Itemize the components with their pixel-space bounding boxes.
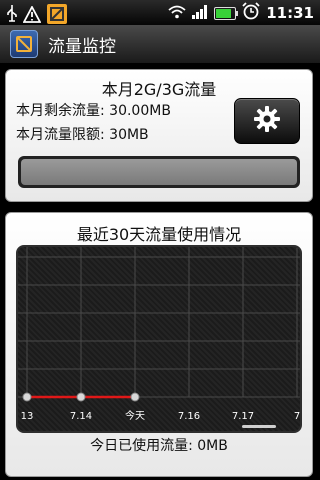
plan-panel: 本月2G/3G流量 本月剩余流量: 30.00MB 本月流量限额: 30MB: [5, 69, 313, 202]
data-point: [130, 392, 140, 402]
battery-icon: [214, 6, 239, 20]
warning-icon: [22, 4, 42, 27]
alarm-icon: [242, 2, 260, 24]
signal-icon: [192, 4, 208, 23]
gear-icon: [253, 105, 281, 137]
usb-icon: [6, 5, 18, 27]
usage-chart-svg: 13 7.14 今天 7.16 7.17 7: [18, 247, 300, 428]
usage-progress-bar: [18, 156, 300, 188]
data-point: [76, 392, 86, 402]
x-tick-label: 今天: [125, 409, 145, 422]
app-logo-icon: [10, 30, 38, 58]
data-point: [22, 392, 32, 402]
x-tick-label: 7: [294, 411, 300, 422]
x-tick-label: 7.17: [232, 411, 254, 422]
battery-level-fill: [216, 8, 231, 18]
history-panel: 最近30天流量使用情况 13 7.14 今天 7.16 7.17 7 今日已使用流量: 0…: [5, 212, 313, 477]
usage-chart[interactable]: 13 7.14 今天 7.16 7.17 7: [16, 245, 302, 433]
settings-button[interactable]: [234, 98, 300, 144]
status-bar: 11:31: [0, 0, 320, 25]
plan-heading: 本月2G/3G流量: [101, 80, 217, 99]
title-bar: 流量监控: [0, 25, 320, 64]
x-tick-label: 7.14: [70, 411, 92, 422]
clock-time: 11:31: [266, 4, 314, 22]
x-tick-label: 7.16: [178, 411, 200, 422]
app-title: 流量监控: [48, 36, 116, 57]
chart-scroll-indicator: [242, 425, 276, 428]
today-used-text: 今日已使用流量: 0MB: [90, 438, 228, 454]
x-tick-label: 13: [21, 411, 34, 422]
remaining-traffic-text: 本月剩余流量: 30.00MB: [16, 103, 171, 119]
traffic-limit-text: 本月流量限额: 30MB: [16, 127, 149, 143]
wifi-icon: [168, 4, 186, 23]
history-heading: 最近30天流量使用情况: [76, 225, 242, 244]
